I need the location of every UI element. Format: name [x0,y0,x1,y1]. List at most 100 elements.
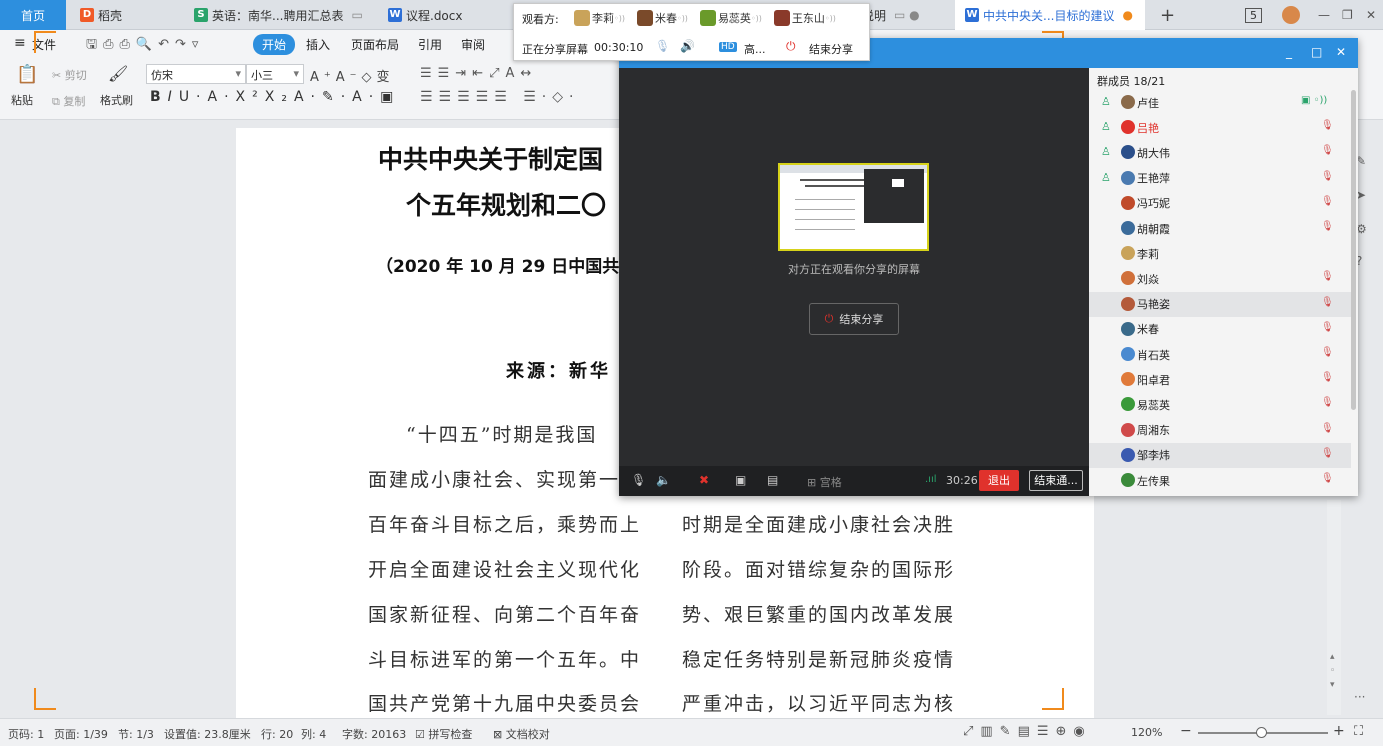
cut-button[interactable]: ✂ 剪切 [52,67,87,83]
mic-muted-icon[interactable]: 🎙 [1321,196,1334,208]
share-minimize-button[interactable]: _ [1286,45,1292,59]
page-badge[interactable]: 5 [1235,0,1265,30]
restore-button[interactable]: ❐ [1332,0,1354,30]
member-row[interactable]: 肖石英 🎙 [1089,342,1351,367]
menu-home[interactable]: 开始 [253,34,296,55]
exit-button[interactable]: 退出 [979,470,1019,491]
format-painter-button[interactable]: 格式刷 [100,92,133,108]
hamburger-icon[interactable]: ≡ [14,35,26,51]
tab-agenda[interactable]: W 议程.docx [378,0,508,30]
paste-icon[interactable]: 📋 [16,64,38,85]
member-row[interactable]: ♙ 吕艳 🎙 [1089,115,1351,140]
member-scrollbar[interactable] [1351,90,1356,410]
spell-check-button[interactable]: ☑ 拼写检查 [415,726,472,742]
member-row[interactable]: 刘焱 🎙 [1089,266,1351,291]
zoom-in-button[interactable]: + [1333,723,1345,739]
viewer-chip[interactable]: 李莉 ◦)) [574,9,625,27]
pin-icon[interactable]: ▭ ● [894,8,920,22]
quick-access-icons[interactable]: 🖫⎙⎙🔍↶↷▿ [86,35,204,57]
member-row[interactable]: 邹李炜 🎙 [1089,442,1351,468]
mic-muted-icon[interactable]: 🎙 [1321,171,1334,183]
font-size-select[interactable]: 小三 ▾ [246,64,304,84]
font-name-select[interactable]: 仿宋 ▾ [146,64,246,84]
mic-muted-icon[interactable]: 🎙 [1321,473,1334,485]
member-row[interactable]: 冯巧妮 🎙 [1089,191,1351,216]
mic-muted-icon[interactable]: 🎙 [1321,448,1334,460]
zoom-slider-thumb[interactable] [1256,727,1267,738]
member-row[interactable]: ♙ 卢佳 ▣ ◦)) [1089,90,1351,115]
mic-muted-icon[interactable]: 🎙 [1321,297,1334,309]
viewer-chip[interactable]: 易蕊英 ◦)) [699,9,762,27]
minimize-button[interactable]: — [1308,0,1330,30]
sharing-icon[interactable]: ▣ ◦)) [1301,95,1331,107]
camera-off-icon[interactable]: ✖ [699,473,709,487]
mic-muted-icon[interactable]: 🎙 [1321,372,1334,384]
mic-muted-icon[interactable]: 🎙 [1321,221,1334,233]
whiteboard-icon[interactable]: ▤ [767,473,778,487]
mic-icon[interactable]: 🎙 [631,473,646,487]
mic-muted-icon[interactable]: 🎙 [1321,145,1334,157]
view-mode-icons[interactable]: ⤢▥✎▤☰⊕◉ [963,724,1092,739]
mic-muted-icon[interactable]: 🎙 [1321,322,1334,334]
mic-muted-icon[interactable]: 🎙 [1321,347,1334,359]
doc-scrollbar[interactable]: ▴ ◦ ▾ [1327,500,1341,715]
fit-icon[interactable]: ⛶ [1354,724,1363,739]
grid-button[interactable]: ⊞ 宫格 [807,474,842,490]
viewer-chip[interactable]: 米春 ◦)) [636,9,688,27]
member-row[interactable]: ♙ 胡大伟 🎙 [1089,140,1351,165]
popup-end-share-button[interactable]: 结束分享 [809,41,853,57]
member-row[interactable]: 马艳姿 🎙 [1089,291,1351,317]
member-row[interactable]: 左传果 🎙 [1089,468,1351,493]
zoom-level[interactable]: 120% [1131,726,1162,739]
screen-share-icon[interactable]: ▣ [735,473,746,487]
format-painter-icon[interactable]: 🖌 [108,64,128,83]
more-icon[interactable]: ··· [1354,690,1365,704]
text-style-icons[interactable]: BIU·A·X²X₂A·✎·A·▣ [150,89,400,105]
mic-muted-icon[interactable]: 🎙 [1321,120,1334,132]
mic-icon[interactable]: 🎙 [655,39,670,53]
paragraph-icons[interactable]: ☰☰⇥⇤⤢A↔ [420,66,537,81]
copy-button[interactable]: ⧉ 复制 [52,93,85,109]
mic-muted-icon[interactable]: 🎙 [1321,271,1334,283]
member-row[interactable]: 阳卓君 🎙 [1089,367,1351,392]
user-avatar[interactable] [1272,0,1302,30]
speaker-icon[interactable]: 🔊 [680,39,695,53]
share-maximize-button[interactable]: □ [1311,45,1322,59]
menu-layout[interactable]: 页面布局 [351,36,399,53]
align-icons[interactable]: ☰☰☰☰☰ ☰·◇· [420,89,579,105]
tab-sheet[interactable]: S 英语：南华...聘用汇总表 ▭ [184,0,374,30]
end-share-button[interactable]: ⏻ 结束分享 [809,303,899,335]
proof-button[interactable]: ⊠ 文档校对 [493,726,550,742]
share-close-button[interactable]: ✕ [1336,45,1346,59]
tab-home[interactable]: 首页 [0,0,66,30]
pin-icon[interactable]: ▭ [351,8,362,22]
paste-button[interactable]: 粘贴 [11,92,33,108]
zoom-out-button[interactable]: − [1180,723,1192,739]
tab-explain[interactable]: 说明 ▭ ● [862,0,952,30]
viewer-name: 王东山 [791,12,825,25]
member-row[interactable]: 周湘东 🎙 [1089,418,1351,443]
member-row[interactable]: 李莉 [1089,241,1351,266]
power-icon[interactable]: ⏻ [786,39,796,54]
menu-review[interactable]: 审阅 [461,36,485,53]
hd-label[interactable]: 高... [744,41,766,57]
member-row[interactable]: 米春 🎙 [1089,317,1351,342]
viewer-chip[interactable]: 王东山 ◦)) [773,9,836,27]
tab-active-doc[interactable]: W 中共中央关...目标的建议 ● [955,0,1145,30]
hd-badge[interactable]: HD [719,42,737,52]
tab-daoke[interactable]: D 稻壳 [70,0,180,30]
speaker-icon[interactable]: 🔈 [656,473,671,487]
menu-insert[interactable]: 插入 [306,36,330,53]
scroll-arrows-icon[interactable]: ▴ ◦ ▾ [1330,650,1335,692]
member-row[interactable]: 胡朝霞 🎙 [1089,216,1351,241]
end-meeting-button[interactable]: 结束通... [1029,470,1083,491]
zoom-slider[interactable] [1198,727,1328,738]
mic-muted-icon[interactable]: 🎙 [1321,423,1334,435]
menu-reference[interactable]: 引用 [418,36,442,53]
member-row[interactable]: 易蕊英 🎙 [1089,392,1351,417]
close-button[interactable]: ✕ [1356,0,1378,30]
member-row[interactable]: ♙ 王艳萍 🎙 [1089,166,1351,191]
new-tab-button[interactable]: + [1150,0,1180,30]
mic-muted-icon[interactable]: 🎙 [1321,397,1334,409]
font-tools-icons[interactable]: A⁺A⁻◇变 [310,66,395,85]
